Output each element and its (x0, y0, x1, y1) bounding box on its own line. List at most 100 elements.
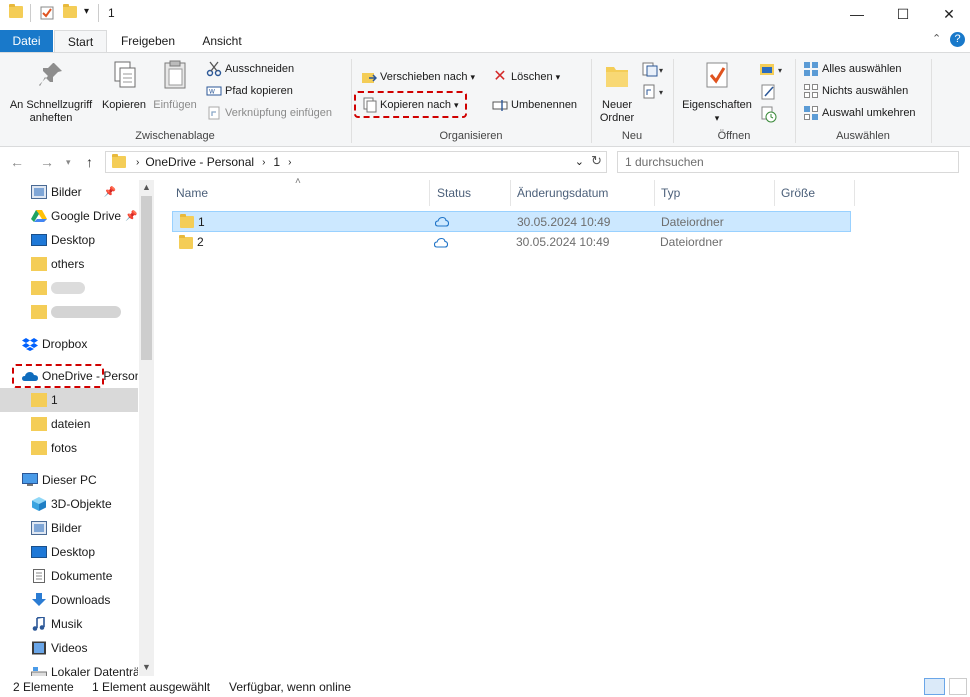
sidebar-item-label: Desktop (51, 233, 96, 247)
blurred-label (51, 306, 121, 318)
sidebar-item-fotos[interactable]: fotos (0, 436, 138, 460)
maximize-button[interactable]: ☐ (880, 0, 926, 28)
pin-quick-access-button[interactable]: An Schnellzugriff anheften (4, 59, 98, 125)
sidebar-item-downloads[interactable]: Downloads (0, 588, 138, 612)
select-all-button[interactable]: Alles auswählen (803, 59, 902, 79)
paste-button[interactable]: Einfügen (150, 59, 200, 112)
sidebar-scrollbar-thumb[interactable] (141, 196, 152, 360)
file-type: Dateiordner (661, 215, 724, 229)
delete-label: Löschen (511, 71, 553, 83)
highlight-box (12, 364, 104, 388)
sidebar-item-label: Bilder (51, 185, 82, 199)
search-input[interactable]: 1 durchsuchen (617, 151, 959, 173)
scroll-up-icon[interactable]: ▲ (142, 182, 151, 192)
sidebar-item-videos[interactable]: Videos (0, 636, 138, 660)
availability-status: Verfügbar, wenn online (229, 680, 352, 694)
sidebar-item-blurred[interactable] (0, 300, 138, 324)
new-item-icon[interactable]: ▾ (641, 61, 665, 79)
invert-selection-button[interactable]: Auswahl umkehren (803, 103, 916, 123)
new-folder-button[interactable]: Neuer Ordner (594, 59, 640, 125)
rename-button[interactable]: Umbenennen (492, 95, 577, 115)
sidebar-item-documents[interactable]: Dokumente (0, 564, 138, 588)
sidebar-item-dropbox[interactable]: Dropbox (0, 332, 138, 356)
sidebar-item-pictures[interactable]: Bilder (0, 516, 138, 540)
scroll-down-icon[interactable]: ▼ (142, 662, 151, 672)
paste-shortcut-button[interactable]: Verknüpfung einfügen (206, 103, 332, 123)
collapse-ribbon-icon[interactable]: ⌃ (932, 32, 941, 45)
select-all-label: Alles auswählen (822, 63, 902, 75)
tab-start[interactable]: Start (54, 30, 107, 53)
table-row[interactable]: 2 30.05.2024 10:49 Dateiordner (172, 232, 851, 253)
address-dropdown-icon[interactable]: ⌄ (575, 155, 584, 168)
new-folder-icon[interactable] (63, 4, 77, 20)
forward-arrow-icon[interactable]: → (40, 154, 54, 170)
svg-text:▾: ▾ (778, 66, 782, 75)
move-to-icon (362, 73, 377, 83)
chevron-down-icon: ▾ (470, 71, 475, 82)
column-header-name[interactable]: Name (170, 180, 430, 206)
divider (98, 4, 99, 22)
back-arrow-icon[interactable]: ← (10, 154, 24, 170)
clipboard-group-label: Zwischenablage (135, 130, 215, 142)
column-header-date[interactable]: Änderungsdatum (511, 180, 655, 206)
tab-share[interactable]: Freigeben (112, 30, 184, 52)
sidebar-item-local-disk[interactable]: Lokaler Datenträger (0, 660, 138, 676)
tab-file[interactable]: Datei (0, 30, 53, 52)
up-arrow-icon[interactable]: ↑ (86, 154, 93, 170)
folder-icon (31, 441, 47, 455)
sidebar-item-label: Dokumente (51, 569, 113, 583)
chevron-right-icon: › (262, 156, 266, 168)
column-header-size[interactable]: Größe (775, 180, 855, 206)
copy-path-button[interactable]: W Pfad kopieren (206, 81, 293, 101)
sidebar-item-desktop[interactable]: Desktop (0, 228, 138, 252)
properties-button[interactable]: Eigenschaften ▾ (678, 59, 756, 125)
move-to-button[interactable]: Verschieben nach ▾ (361, 67, 475, 87)
sidebar-item-3d-objects[interactable]: 3D-Objekte (0, 492, 138, 516)
folder-icon (31, 393, 47, 407)
column-header-type[interactable]: Typ (655, 180, 775, 206)
tab-view[interactable]: Ansicht (190, 30, 254, 52)
close-button[interactable]: ✕ (926, 0, 970, 28)
copy-button[interactable]: Kopieren (99, 59, 149, 112)
folder-icon (31, 281, 47, 295)
help-icon[interactable]: ? (950, 32, 965, 47)
rename-icon (492, 100, 508, 111)
cut-button[interactable]: Ausschneiden (206, 59, 294, 79)
qat-dropdown-icon[interactable]: ▾ (84, 6, 89, 17)
refresh-icon[interactable]: ↻ (591, 153, 602, 169)
sidebar-item-bilder[interactable]: Bilder 📌 (0, 180, 138, 204)
sidebar-item-folder-1[interactable]: 1 (0, 388, 138, 412)
minimize-button[interactable]: — (834, 0, 880, 28)
history-icon[interactable] (760, 105, 778, 123)
delete-icon: ✕ (493, 68, 507, 85)
documents-icon (33, 569, 45, 583)
properties-icon[interactable] (40, 6, 54, 20)
breadcrumb-current[interactable]: 1 (273, 155, 280, 169)
sidebar-item-this-pc[interactable]: Dieser PC (0, 468, 138, 492)
address-bar[interactable]: › OneDrive - Personal › 1 › ⌄ ↻ (105, 151, 607, 173)
chevron-right-icon: › (136, 156, 140, 168)
chevron-down-icon: ▾ (714, 113, 720, 123)
easy-access-icon[interactable]: ▾ (641, 83, 665, 101)
large-icons-view-icon[interactable] (949, 678, 967, 695)
column-header-status[interactable]: Status (431, 180, 511, 206)
sidebar-item-desktop-pc[interactable]: Desktop (0, 540, 138, 564)
sidebar-item-blurred[interactable] (0, 276, 138, 300)
details-view-icon[interactable] (924, 678, 945, 695)
recent-chevron-down-icon[interactable]: ▾ (66, 157, 71, 168)
sidebar-item-others[interactable]: others (0, 252, 138, 276)
pin-icon (39, 63, 62, 86)
sidebar-item-google-drive[interactable]: Google Drive 📌 (0, 204, 138, 228)
delete-button[interactable]: ✕ Löschen ▾ (492, 67, 560, 87)
title-bar: ▾ 1 — ☐ ✕ (0, 0, 970, 28)
table-row[interactable]: 1 30.05.2024 10:49 Dateiordner (172, 211, 851, 232)
new-group-label: Neu (621, 130, 643, 142)
highlight-box (354, 91, 467, 118)
select-none-button[interactable]: Nichts auswählen (803, 81, 908, 101)
sidebar-item-dateien[interactable]: dateien (0, 412, 138, 436)
edit-icon[interactable] (760, 83, 778, 101)
sidebar-item-music[interactable]: Musik (0, 612, 138, 636)
breadcrumb-onedrive[interactable]: OneDrive - Personal (145, 155, 254, 169)
open-icon[interactable]: ▾ (758, 61, 786, 79)
new-folder-icon (606, 67, 628, 87)
